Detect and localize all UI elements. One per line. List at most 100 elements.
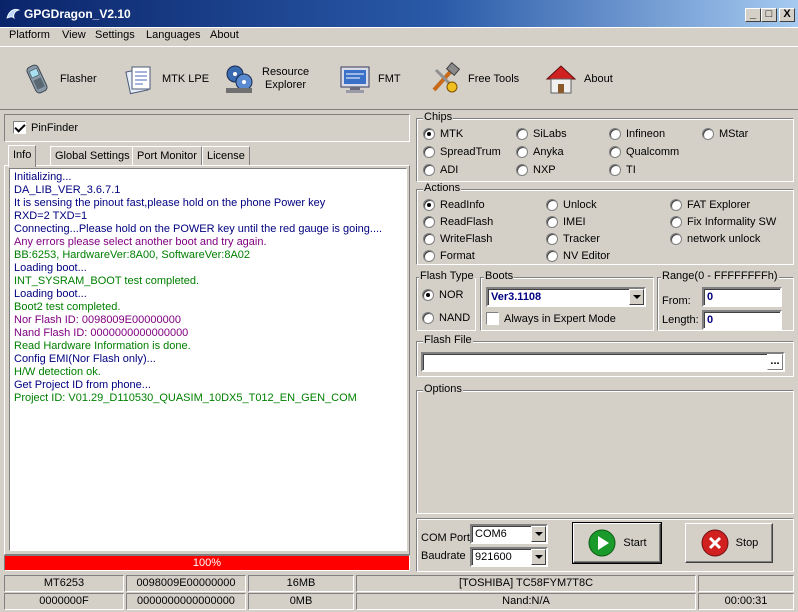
toolbar-mtk-lpe-button[interactable]: MTK LPE (122, 57, 209, 101)
play-icon (588, 529, 616, 557)
status-nand-id: 0000000000000000 (126, 593, 246, 610)
start-button[interactable]: Start (572, 522, 662, 564)
action-option-format[interactable]: Format (423, 250, 475, 262)
expert-mode-label: Always in Expert Mode (504, 312, 616, 325)
pinfinder-panel: PinFinder (4, 114, 410, 142)
range-group: Range(0 - FFFFFFFFh) From: 0 Length: 0 (657, 270, 794, 331)
menu-languages[interactable]: Languages (146, 29, 200, 41)
chip-option-nxp[interactable]: NXP (516, 164, 556, 176)
flash-type-nor[interactable]: NOR (422, 289, 463, 301)
chevron-down-icon[interactable] (531, 526, 546, 542)
window-title: GPGDragon_V2.10 (24, 7, 131, 21)
browse-button[interactable]: ... (767, 354, 783, 370)
tab-global-settings[interactable]: Global Settings (50, 146, 135, 166)
toolbar-about-label: About (584, 72, 613, 85)
range-from-input[interactable]: 0 (702, 287, 782, 307)
action-option-readflash[interactable]: ReadFlash (423, 216, 493, 228)
log-line: Connecting...Please hold on the POWER ke… (14, 223, 383, 235)
menu-about[interactable]: About (210, 29, 239, 41)
log-line: Project ID: V01.29_D110530_QUASIM_10DX5_… (14, 392, 357, 404)
boots-select[interactable]: Ver3.1108 (486, 287, 646, 307)
toolbar-free-tools-button[interactable]: Free Tools (428, 57, 519, 101)
chip-option-mstar[interactable]: MStar (702, 128, 748, 140)
toolbar-fmt-button[interactable]: FMT (338, 57, 401, 101)
toolbar-about-button[interactable]: About (544, 57, 613, 101)
chip-option-infineon[interactable]: Infineon (609, 128, 665, 140)
menu-platform[interactable]: Platform (9, 29, 50, 41)
pinfinder-checkbox-row[interactable]: PinFinder (13, 121, 78, 134)
range-length-input[interactable]: 0 (702, 310, 782, 330)
status-empty (698, 575, 794, 592)
toolbar-resource-explorer-label: Resource Explorer (262, 66, 309, 92)
toolbar-flasher-button[interactable]: Flasher (20, 57, 97, 101)
menu-view[interactable]: View (62, 29, 86, 41)
tab-info[interactable]: Info (8, 145, 37, 167)
log-line: DA_LIB_VER_3.6.7.1 (14, 184, 121, 196)
action-option-imei[interactable]: IMEI (546, 216, 586, 228)
status-flash-id: 0098009E00000000 (126, 575, 246, 592)
baudrate-select[interactable]: 921600 (470, 547, 548, 567)
expert-mode-row[interactable]: Always in Expert Mode (486, 312, 616, 325)
status-flash-model: [TOSHIBA] TC58FYM7T8C (356, 575, 696, 592)
flash-file-group: Flash File ... (416, 334, 794, 377)
action-option-nv-editor[interactable]: NV Editor (546, 250, 610, 262)
stop-label: Stop (735, 537, 759, 549)
com-port-label: COM Port (421, 532, 470, 544)
flash-file-input[interactable] (421, 352, 785, 372)
toolbar-resource-explorer-button[interactable]: Resource Explorer (222, 57, 309, 101)
chevron-down-icon[interactable] (629, 289, 644, 305)
com-port-select[interactable]: COM6 (470, 524, 548, 544)
chip-option-mtk[interactable]: MTK (423, 128, 463, 140)
action-option-fix-informality-sw[interactable]: Fix Informality SW (670, 216, 776, 228)
chip-option-ti[interactable]: TI (609, 164, 636, 176)
minimize-button[interactable]: _ (745, 8, 761, 22)
document-icon (125, 66, 151, 95)
tools-icon (432, 62, 461, 93)
toolbar: Flasher MTK LPE Resource Explorer FMT Fr… (0, 46, 798, 110)
close-button[interactable]: X (779, 8, 795, 22)
log-line: Get Project ID from phone... (14, 379, 151, 391)
action-option-tracker[interactable]: Tracker (546, 233, 600, 245)
actions-title: Actions (423, 182, 462, 194)
maximize-button[interactable]: □ (761, 8, 777, 22)
status-nand-size: 0MB (248, 593, 354, 610)
chip-option-anyka[interactable]: Anyka (516, 146, 564, 158)
toolbar-flasher-label: Flasher (60, 72, 97, 85)
toolbar-resource-explorer-line2: Explorer (265, 79, 307, 91)
log-line: Config EMI(Nor Flash only)... (14, 353, 156, 365)
chip-option-spreadtrum[interactable]: SpreadTrum (423, 146, 501, 158)
stop-button[interactable]: Stop (685, 523, 773, 563)
pinfinder-checkbox[interactable] (13, 121, 26, 134)
action-option-fat-explorer[interactable]: FAT Explorer (670, 199, 750, 211)
action-option-writeflash[interactable]: WriteFlash (423, 233, 492, 245)
flash-file-title: Flash File (423, 334, 473, 346)
start-label: Start (623, 537, 647, 549)
expert-mode-checkbox[interactable] (486, 312, 499, 325)
log-line: Initializing... (14, 171, 72, 183)
action-option-network-unlock[interactable]: network unlock (670, 233, 760, 245)
chevron-down-icon[interactable] (531, 549, 546, 565)
log-line: INT_SYSRAM_BOOT test completed. (14, 275, 200, 287)
log-line: It is sensing the pinout fast,please hol… (14, 197, 326, 209)
chip-option-adi[interactable]: ADI (423, 164, 458, 176)
range-title: Range(0 - FFFFFFFFh) (661, 270, 779, 282)
flash-type-title: Flash Type (419, 270, 475, 282)
progress-bar: 100% (4, 555, 410, 571)
menu-settings[interactable]: Settings (95, 29, 135, 41)
log-line: Nand Flash ID: 0000000000000000 (14, 327, 189, 339)
log-output[interactable]: Initializing... DA_LIB_VER_3.6.7.1 It is s… (9, 168, 407, 551)
boots-title: Boots (484, 270, 515, 282)
chip-option-silabs[interactable]: SiLabs (516, 128, 567, 140)
toolbar-resource-explorer-line1: Resource (262, 66, 310, 78)
log-line: BB:6253, HardwareVer:8A00, SoftwareVer:8… (14, 249, 251, 261)
action-option-readinfo[interactable]: ReadInfo (423, 199, 485, 211)
chips-group: Chips MTK SiLabs Infineon MStar SpreadTr… (416, 111, 794, 182)
action-option-unlock[interactable]: Unlock (546, 199, 597, 211)
stop-icon (701, 529, 729, 557)
tab-license[interactable]: License (202, 146, 250, 166)
flash-type-group: Flash Type NOR NAND (416, 270, 476, 331)
flash-type-nand[interactable]: NAND (422, 312, 470, 324)
tab-port-monitor[interactable]: Port Monitor (132, 146, 202, 166)
menu-bar: Platform View Settings Languages About (0, 28, 798, 46)
chip-option-qualcomm[interactable]: Qualcomm (609, 146, 679, 158)
